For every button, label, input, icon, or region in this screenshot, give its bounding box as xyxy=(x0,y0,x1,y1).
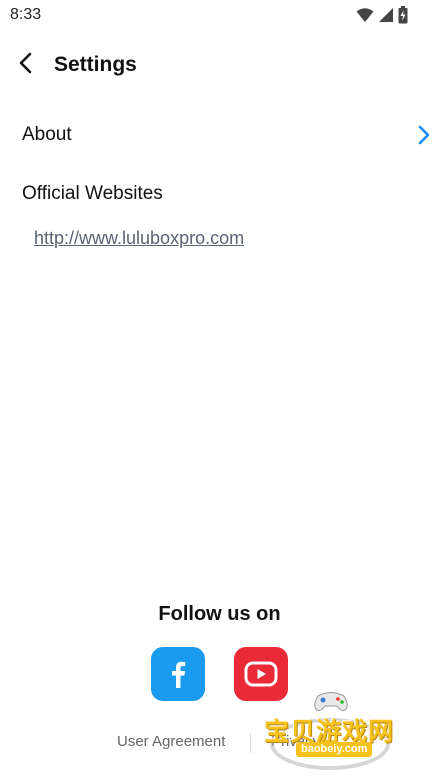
facebook-button[interactable] xyxy=(151,647,205,701)
follow-title: Follow us on xyxy=(158,603,281,625)
status-icons xyxy=(356,6,408,24)
wifi-icon xyxy=(356,8,374,22)
official-websites-label: Official Websites xyxy=(22,183,163,204)
back-button[interactable] xyxy=(14,50,40,76)
youtube-icon xyxy=(244,661,278,687)
watermark-domain: baobeiy.com xyxy=(296,742,373,757)
status-bar: 8:33 xyxy=(0,0,439,30)
header: Settings xyxy=(0,44,439,84)
status-time: 8:33 xyxy=(10,6,42,23)
gamepad-icon xyxy=(314,692,348,711)
page-title: Settings xyxy=(54,53,137,76)
about-row[interactable]: About xyxy=(0,114,439,156)
chevron-right-icon xyxy=(418,125,430,145)
facebook-icon xyxy=(172,661,186,688)
watermark: 宝贝游戏网 baobeiy.com xyxy=(262,688,412,776)
battery-icon xyxy=(398,6,408,24)
website-link[interactable]: http://www.luluboxpro.com xyxy=(34,228,244,249)
back-arrow-icon xyxy=(19,52,32,74)
user-agreement-link[interactable]: User Agreement xyxy=(117,733,225,750)
footer-divider xyxy=(250,733,251,753)
about-label: About xyxy=(22,124,72,145)
signal-icon xyxy=(379,8,393,22)
